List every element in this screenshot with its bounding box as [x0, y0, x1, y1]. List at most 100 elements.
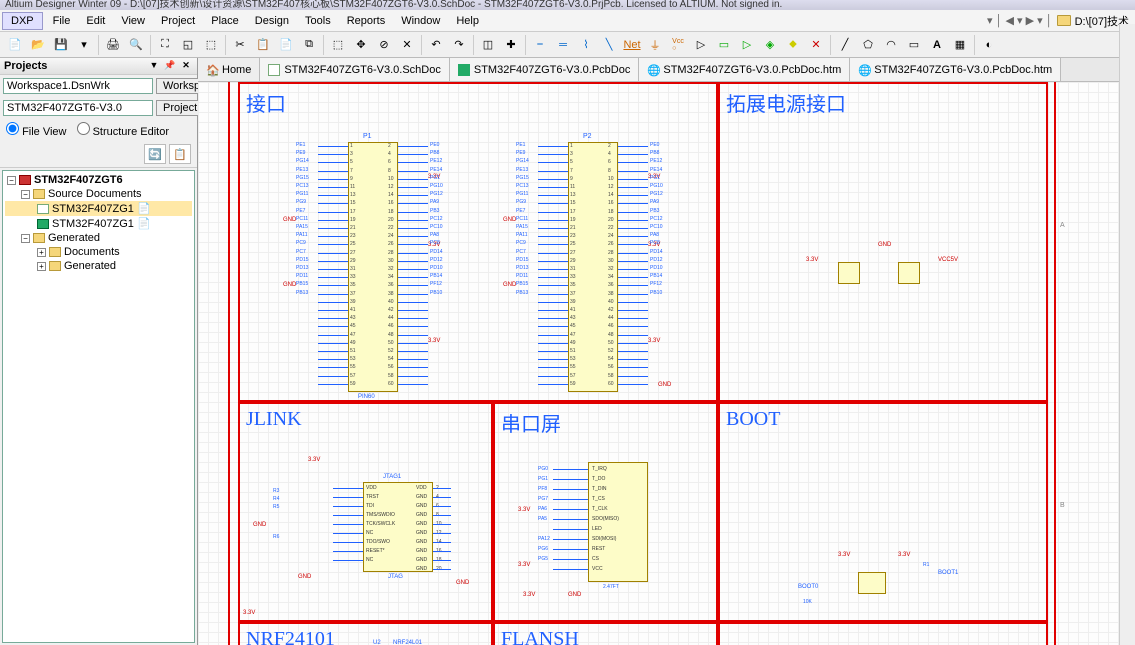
menu-bar: DXP File Edit View Project Place Design … [0, 10, 1135, 32]
open-icon[interactable]: 📂 [27, 34, 49, 56]
wire [538, 212, 568, 213]
net-label: PA12 [538, 536, 550, 542]
rect-icon[interactable]: ▭ [903, 34, 925, 56]
zoom-fit-icon[interactable]: ⛶ [154, 34, 176, 56]
part-icon[interactable]: ▷ [690, 34, 712, 56]
signal-icon[interactable]: ⌇ [575, 34, 597, 56]
power-vcc-icon[interactable]: Vcc○ [667, 34, 689, 56]
menu-help[interactable]: Help [448, 13, 487, 29]
pin-num: 48 [388, 332, 394, 338]
new-icon[interactable]: 📄 [4, 34, 26, 56]
frame-icon[interactable]: ▦ [949, 34, 971, 56]
hierarchy-icon[interactable]: ◫ [477, 34, 499, 56]
port-icon[interactable]: ⬥ [782, 34, 804, 56]
deselect-icon[interactable]: ⊘ [373, 34, 395, 56]
menu-place[interactable]: Place [203, 13, 247, 29]
text-icon[interactable]: A [926, 34, 948, 56]
tree-gen-gen[interactable]: +Generated [5, 259, 192, 273]
folder-icon[interactable] [1057, 15, 1071, 26]
pin-num: 25 [570, 241, 576, 247]
zoom-select-icon[interactable]: ⬚ [200, 34, 222, 56]
cross-icon[interactable]: ✚ [500, 34, 522, 56]
select-icon[interactable]: ⬚ [327, 34, 349, 56]
device-sheet-icon[interactable]: ◈ [759, 34, 781, 56]
menu-file[interactable]: File [45, 13, 79, 29]
gnd-label-5: GND [658, 382, 671, 388]
tree-pcb-doc[interactable]: STM32F407ZG1 📄 [5, 216, 192, 231]
tree-root[interactable]: −STM32F407ZGT6 [5, 173, 192, 187]
preview-icon[interactable]: 🔍 [125, 34, 147, 56]
chip-boot[interactable] [858, 572, 886, 594]
wire-icon[interactable]: ⎯ [529, 34, 551, 56]
dxp-menu[interactable]: DXP [2, 12, 43, 30]
tree-gen-docs[interactable]: +Documents [5, 245, 192, 259]
move-icon[interactable]: ✥ [350, 34, 372, 56]
print-icon[interactable]: 🖨 [102, 34, 124, 56]
net-label: PD10 [430, 265, 443, 271]
tab-home[interactable]: 🏠Home [198, 58, 260, 81]
wire [553, 559, 588, 560]
tree-generated[interactable]: −Generated [5, 231, 192, 245]
net-label: PA11 [516, 232, 528, 238]
clear-icon[interactable]: ✕ [396, 34, 418, 56]
workspace-input[interactable] [3, 78, 153, 94]
cut-icon[interactable]: ✂ [229, 34, 251, 56]
power-chip2[interactable] [898, 262, 920, 284]
net-label: PA15 [516, 224, 528, 230]
bus-entry-icon[interactable]: ╲ [598, 34, 620, 56]
duplicate-icon[interactable]: ⧉ [298, 34, 320, 56]
toggle-icon[interactable]: ◐ [978, 34, 1000, 56]
polygon-icon[interactable]: ⬠ [857, 34, 879, 56]
tab-htm1[interactable]: 🌐STM32F407ZGT6-V3.0.PcbDoc.htm [639, 58, 850, 81]
pin-num: 43 [350, 315, 356, 321]
project-input[interactable] [3, 100, 153, 116]
sheet-symbol-icon[interactable]: ▭ [713, 34, 735, 56]
menu-edit[interactable]: Edit [78, 13, 113, 29]
line-icon[interactable]: ╱ [834, 34, 856, 56]
structure-editor-radio[interactable]: Structure Editor [77, 122, 169, 138]
wire [553, 489, 588, 490]
tab-sch[interactable]: STM32F407ZGT6-V3.0.SchDoc [260, 58, 450, 81]
wire [318, 335, 348, 336]
menu-design[interactable]: Design [247, 13, 297, 29]
pin-num: 54 [608, 356, 614, 362]
panel-menu-icon[interactable]: ▼ [147, 60, 161, 72]
menu-tools[interactable]: Tools [297, 13, 339, 29]
menu-window[interactable]: Window [393, 13, 448, 29]
panel-close-icon[interactable]: ✕ [179, 60, 193, 72]
settings-icon[interactable]: 📋 [169, 144, 191, 164]
tree-sch-doc[interactable]: STM32F407ZG1 📄 [5, 201, 192, 216]
net-label: PD12 [650, 257, 663, 263]
schematic-canvas[interactable]: 接口 P1 P2 PIN60 3.3V 3.3V 3.3V 3.3V 3.3V … [198, 82, 1135, 645]
undo-icon[interactable]: ↶ [425, 34, 447, 56]
menu-project[interactable]: Project [153, 13, 203, 29]
arc-icon[interactable]: ◠ [880, 34, 902, 56]
zoom-area-icon[interactable]: ◱ [177, 34, 199, 56]
power-gnd-icon[interactable]: ⏚ [644, 34, 666, 56]
wire [433, 488, 451, 489]
menu-view[interactable]: View [113, 13, 153, 29]
menu-reports[interactable]: Reports [339, 13, 394, 29]
wire [618, 335, 648, 336]
tab-pcb[interactable]: STM32F407ZGT6-V3.0.PcbDoc [450, 58, 640, 81]
project-button[interactable]: Project [156, 100, 204, 116]
pin-num: 43 [570, 315, 576, 321]
copy-icon[interactable]: 📋 [252, 34, 274, 56]
project-tree[interactable]: −STM32F407ZGT6 −Source Documents STM32F4… [2, 170, 195, 643]
bus-icon[interactable]: ═ [552, 34, 574, 56]
file-view-radio[interactable]: File View [6, 122, 67, 138]
redo-icon[interactable]: ↷ [448, 34, 470, 56]
power-chip1[interactable] [838, 262, 860, 284]
refresh-icon[interactable]: 🔄 [144, 144, 166, 164]
sheet-entry-icon[interactable]: ▷ [736, 34, 758, 56]
tab-htm2[interactable]: 🌐STM32F407ZGT6-V3.0.PcbDoc.htm [850, 58, 1061, 81]
no-erc-icon[interactable]: ✕ [805, 34, 827, 56]
vertical-scrollbar[interactable] [1119, 24, 1135, 645]
net-label-icon[interactable]: Net [621, 34, 643, 56]
v33-serial2: 3.3V [518, 562, 530, 568]
dropdown-icon[interactable]: ▾ [73, 34, 95, 56]
tree-source-docs[interactable]: −Source Documents [5, 187, 192, 201]
paste-icon[interactable]: 📄 [275, 34, 297, 56]
save-icon[interactable]: 💾 [50, 34, 72, 56]
panel-pin-icon[interactable]: 📌 [163, 60, 177, 72]
